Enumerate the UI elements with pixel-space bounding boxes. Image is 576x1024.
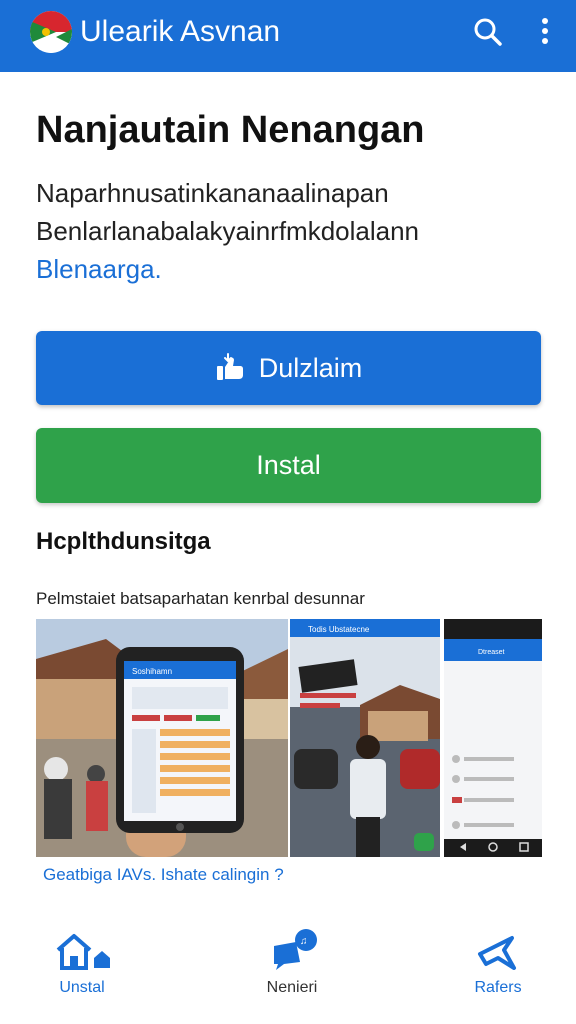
nav-item-share-label: Rafers [474, 979, 522, 996]
description-line-2: Benlarlanabalakyainrfmkdolalann [36, 216, 420, 246]
description-link[interactable]: Blenaarga. [36, 250, 536, 288]
bottom-navigation: Unstal ♫ Nenieri Rafers [0, 920, 576, 1024]
search-icon[interactable] [468, 12, 508, 52]
more-vert-icon[interactable] [530, 12, 560, 52]
page-title: Nanjautain Nenangan [36, 109, 425, 151]
install-button[interactable]: Instal [36, 428, 541, 503]
screenshot-1[interactable]: Soshihamn [36, 619, 288, 857]
app-description: Naparhnusatinkananaalinapan Benlarlanaba… [36, 174, 536, 288]
shot2-header-text: Todis Ubstatecne [308, 625, 370, 634]
home-icon [56, 934, 110, 970]
download-button-label: Dulzlaim [258, 352, 363, 383]
nav-item-install-label: Unstal [59, 979, 105, 996]
nav-item-install[interactable]: Unstal [12, 928, 152, 998]
nav-item-share[interactable]: Rafers [428, 928, 568, 998]
app-title: Ulearik Asvnan [80, 15, 281, 48]
more-info-link[interactable]: Geatbiga IAVs. Ishate calingin ? [43, 864, 284, 886]
nav-item-notifications-label: Nenieri [266, 979, 318, 996]
app-bar: Ulearik Asvnan [0, 0, 576, 72]
download-hand-icon [216, 353, 243, 380]
section-title: Hcplthdunsitga [36, 528, 211, 555]
description-line-1: Naparhnusatinkananaalinapan [36, 178, 389, 208]
shot3-header-text: Dtreaset [478, 649, 505, 656]
screenshot-gallery[interactable]: Soshihamn Todis Ubstatecne Dtreaset [36, 619, 542, 857]
screenshot-3[interactable]: Dtreaset [444, 619, 542, 857]
install-button-label: Instal [256, 450, 321, 480]
flag-logo-icon [30, 11, 72, 53]
shot1-header-text: Soshihamn [132, 667, 172, 676]
screenshot-2[interactable]: Todis Ubstatecne [290, 619, 440, 857]
send-icon [478, 936, 516, 970]
nav-item-notifications[interactable]: ♫ Nenieri [222, 928, 362, 998]
screenshots-caption: Pelmstaiet batsaparhatan kenrbal desunna… [36, 589, 365, 608]
download-button[interactable]: Dulzlaim [36, 331, 541, 405]
chat-notification-icon: ♫ [274, 929, 317, 970]
svg-text:♫: ♫ [300, 936, 308, 947]
